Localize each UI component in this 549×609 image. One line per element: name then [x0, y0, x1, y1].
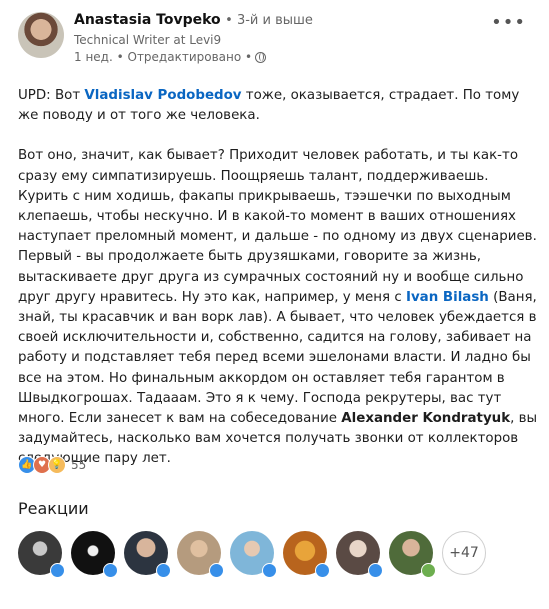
reactor-avatar[interactable]: [283, 531, 330, 578]
post-text-segment: (Ваня, знай, ты красавчик и ван ворк лав…: [18, 289, 537, 427]
post-meta-text: 1 нед. • Отредактировано •: [74, 50, 253, 64]
reactor-avatar[interactable]: [18, 531, 65, 578]
post-meta: 1 нед. • Отредактировано •: [74, 50, 267, 64]
author-headline: Technical Writer at Levi9: [74, 33, 222, 47]
reactor-avatar[interactable]: [71, 531, 118, 578]
post-text-segment: Вот оно, значит, как бывает? Приходит че…: [18, 148, 537, 305]
like-badge-icon: [103, 563, 118, 578]
connection-degree: • 3-й и выше: [225, 13, 313, 28]
author-name[interactable]: Anastasia Tovpeko: [74, 12, 221, 28]
like-badge-icon: [209, 563, 224, 578]
author-avatar[interactable]: [18, 12, 64, 58]
reactor-avatar[interactable]: [336, 531, 383, 578]
reaction-count[interactable]: 55: [71, 458, 86, 472]
reactor-avatar[interactable]: [177, 531, 224, 578]
like-badge-icon: [368, 563, 383, 578]
reactions-heading: Реакции: [18, 499, 89, 518]
reactor-avatar[interactable]: [230, 531, 277, 578]
post-header: Anastasia Tovpeko • 3-й и выше Technical…: [18, 12, 538, 64]
like-badge-icon: [156, 563, 171, 578]
post-paragraph-update: UPD: Вот Vladislav Podobedov тоже, оказы…: [18, 86, 538, 126]
mention-ivan-bilash[interactable]: Ivan Bilash: [406, 290, 489, 305]
post-paragraph-main: Вот оно, значит, как бывает? Приходит че…: [18, 146, 538, 469]
mention-alexander-kondratyuk[interactable]: Alexander Kondratyuk: [341, 411, 510, 426]
author-name-line: Anastasia Tovpeko • 3-й и выше: [74, 12, 313, 28]
reactor-avatars: +47: [18, 531, 486, 578]
insightful-icon: 💡: [48, 456, 66, 474]
like-badge-icon: [50, 563, 65, 578]
reactions-summary[interactable]: 👍 ♥ 💡 55: [18, 456, 86, 474]
more-options-icon[interactable]: •••: [491, 12, 526, 33]
post-body: UPD: Вот Vladislav Podobedov тоже, оказы…: [18, 86, 538, 470]
post-text-segment: UPD: Вот: [18, 88, 85, 103]
reactor-avatar[interactable]: [124, 531, 171, 578]
like-badge-icon: [315, 563, 330, 578]
more-reactors-button[interactable]: +47: [442, 531, 486, 575]
mention-vladislav-podobedov[interactable]: Vladislav Podobedov: [84, 88, 241, 103]
globe-icon: [255, 51, 267, 63]
support-badge-icon: [421, 563, 436, 578]
like-badge-icon: [262, 563, 277, 578]
reactor-avatar[interactable]: [389, 531, 436, 578]
